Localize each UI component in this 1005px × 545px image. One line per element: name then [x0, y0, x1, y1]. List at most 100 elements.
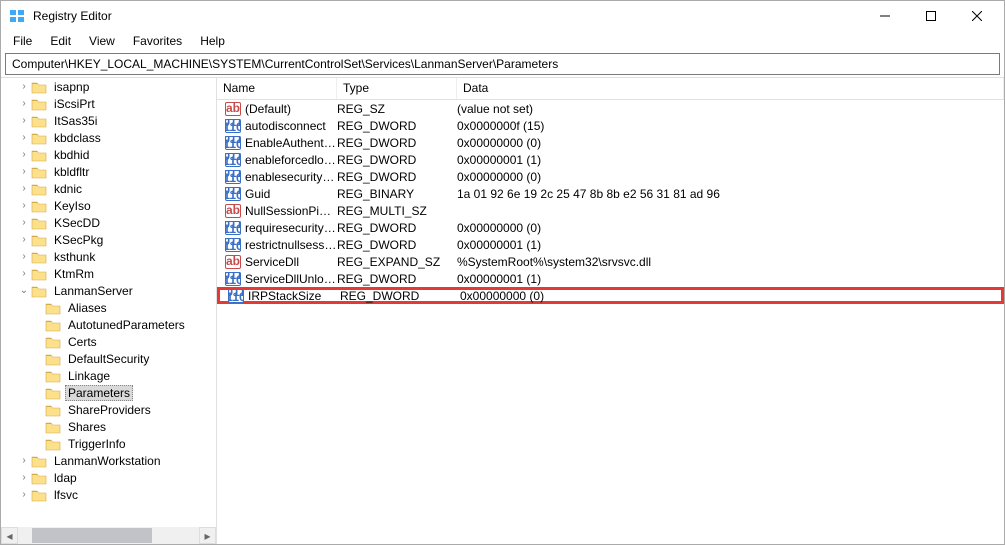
maximize-button[interactable]: [908, 1, 954, 31]
expand-arrow-icon[interactable]: ›: [17, 149, 31, 160]
tree-item[interactable]: › lfsvc: [1, 486, 216, 503]
svg-text:110: 110: [225, 239, 241, 252]
expand-arrow-icon[interactable]: ›: [17, 489, 31, 500]
scroll-thumb[interactable]: [32, 528, 152, 543]
tree-item[interactable]: ›Shares: [1, 418, 216, 435]
value-name: restrictnullsessa...: [245, 238, 337, 252]
expand-arrow-icon[interactable]: ›: [17, 132, 31, 143]
menu-view[interactable]: View: [81, 32, 123, 50]
tree-item[interactable]: ›LanmanWorkstation: [1, 452, 216, 469]
expand-arrow-icon[interactable]: ›: [31, 353, 45, 364]
expand-arrow-icon[interactable]: ›: [17, 115, 31, 126]
tree-item[interactable]: ›Parameters: [1, 384, 216, 401]
minimize-button[interactable]: [862, 1, 908, 31]
expand-arrow-icon[interactable]: ›: [31, 404, 45, 415]
tree-item[interactable]: ›Linkage: [1, 367, 216, 384]
menu-edit[interactable]: Edit: [42, 32, 79, 50]
tree-item[interactable]: ›kbdhid: [1, 146, 216, 163]
tree-item[interactable]: › KSecDD: [1, 214, 216, 231]
value-data: 0x00000000 (0): [457, 170, 1004, 184]
value-row[interactable]: 011110GuidREG_BINARY1a 01 92 6e 19 2c 25…: [217, 185, 1004, 202]
scroll-track[interactable]: [18, 527, 199, 544]
value-row[interactable]: 011110autodisconnectREG_DWORD0x0000000f …: [217, 117, 1004, 134]
tree-item[interactable]: ›ItSas35i: [1, 112, 216, 129]
expand-arrow-icon[interactable]: ›: [17, 98, 31, 109]
tree-view[interactable]: ›isapnp›iScsiPrt›ItSas35i›kbdclass›kbdhi…: [1, 78, 216, 527]
expand-arrow-icon[interactable]: ›: [17, 455, 31, 466]
value-type: REG_EXPAND_SZ: [337, 255, 457, 269]
menu-favorites[interactable]: Favorites: [125, 32, 190, 50]
tree-item[interactable]: ›KSecPkg: [1, 231, 216, 248]
menu-file[interactable]: File: [5, 32, 40, 50]
value-row[interactable]: 011110requiresecuritysi...REG_DWORD0x000…: [217, 219, 1004, 236]
value-row[interactable]: 011110EnableAuthentic...REG_DWORD0x00000…: [217, 134, 1004, 151]
tree-item[interactable]: ›iScsiPrt: [1, 95, 216, 112]
tree-item[interactable]: ›Aliases: [1, 299, 216, 316]
menu-help[interactable]: Help: [192, 32, 233, 50]
folder-icon: [45, 301, 61, 315]
tree-item-label: KSecDD: [51, 215, 103, 231]
svg-text:ab: ab: [226, 102, 240, 115]
expand-arrow-icon[interactable]: ›: [17, 217, 31, 228]
scroll-right-icon[interactable]: ▸: [199, 527, 216, 544]
value-row[interactable]: 011110restrictnullsessa...REG_DWORD0x000…: [217, 236, 1004, 253]
tree-item[interactable]: ›AutotunedParameters: [1, 316, 216, 333]
close-button[interactable]: [954, 1, 1000, 31]
expand-arrow-icon[interactable]: ›: [31, 336, 45, 347]
folder-icon: [31, 216, 47, 230]
value-data: 0x00000001 (1): [457, 272, 1004, 286]
expand-arrow-icon[interactable]: ›: [31, 438, 45, 449]
tree-item[interactable]: ›Certs: [1, 333, 216, 350]
tree-item[interactable]: ›ldap: [1, 469, 216, 486]
expand-arrow-icon[interactable]: ›: [17, 251, 31, 262]
tree-hscrollbar[interactable]: ◂ ▸: [1, 527, 216, 544]
expand-arrow-icon[interactable]: ›: [31, 387, 45, 398]
expand-arrow-icon[interactable]: ›: [17, 472, 31, 483]
tree-item[interactable]: ⌄LanmanServer: [1, 282, 216, 299]
tree-item[interactable]: ›isapnp: [1, 78, 216, 95]
column-name[interactable]: Name: [217, 78, 337, 99]
value-row[interactable]: 011110enableforcedlog...REG_DWORD0x00000…: [217, 151, 1004, 168]
tree-item[interactable]: ›kdnic: [1, 180, 216, 197]
value-row[interactable]: abServiceDllREG_EXPAND_SZ%SystemRoot%\sy…: [217, 253, 1004, 270]
value-row[interactable]: 011110ServiceDllUnloa...REG_DWORD0x00000…: [217, 270, 1004, 287]
tree-item[interactable]: ›TriggerInfo: [1, 435, 216, 452]
expand-arrow-icon[interactable]: ›: [17, 200, 31, 211]
expand-arrow-icon[interactable]: ›: [17, 234, 31, 245]
expand-arrow-icon[interactable]: ›: [31, 370, 45, 381]
expand-arrow-icon[interactable]: ›: [17, 81, 31, 92]
column-data[interactable]: Data: [457, 78, 1004, 99]
value-data: 0x00000000 (0): [460, 289, 1001, 303]
tree-item[interactable]: ›KeyIso: [1, 197, 216, 214]
scroll-left-icon[interactable]: ◂: [1, 527, 18, 544]
tree-item[interactable]: ›ksthunk: [1, 248, 216, 265]
value-row[interactable]: 011110enablesecuritysi...REG_DWORD0x0000…: [217, 168, 1004, 185]
expand-arrow-icon[interactable]: ›: [31, 302, 45, 313]
value-row[interactable]: abNullSessionPipesREG_MULTI_SZ: [217, 202, 1004, 219]
binary-value-icon: 011110: [228, 289, 244, 303]
folder-icon: [31, 114, 47, 128]
tree-item[interactable]: ›kbdclass: [1, 129, 216, 146]
value-type: REG_DWORD: [337, 119, 457, 133]
value-row[interactable]: 011110IRPStackSizeREG_DWORD0x00000000 (0…: [217, 287, 1004, 304]
tree-item[interactable]: ›DefaultSecurity: [1, 350, 216, 367]
tree-item[interactable]: ›kbldfltr: [1, 163, 216, 180]
value-name: Guid: [245, 187, 337, 201]
value-list[interactable]: ab(Default)REG_SZ(value not set)011110au…: [217, 100, 1004, 304]
tree-item[interactable]: ›KtmRm: [1, 265, 216, 282]
expand-arrow-icon[interactable]: ›: [31, 319, 45, 330]
expand-arrow-icon[interactable]: ⌄: [17, 285, 31, 296]
column-type[interactable]: Type: [337, 78, 457, 99]
folder-icon: [45, 420, 61, 434]
expand-arrow-icon[interactable]: ›: [17, 166, 31, 177]
expand-arrow-icon[interactable]: ›: [17, 183, 31, 194]
tree-item-label: lfsvc: [51, 487, 81, 503]
folder-icon: [45, 386, 61, 400]
tree-item[interactable]: ›ShareProviders: [1, 401, 216, 418]
menubar: File Edit View Favorites Help: [1, 31, 1004, 51]
address-bar[interactable]: Computer\HKEY_LOCAL_MACHINE\SYSTEM\Curre…: [5, 53, 1000, 75]
svg-text:110: 110: [225, 120, 241, 133]
expand-arrow-icon[interactable]: ›: [17, 268, 31, 279]
expand-arrow-icon[interactable]: ›: [31, 421, 45, 432]
value-row[interactable]: ab(Default)REG_SZ(value not set): [217, 100, 1004, 117]
